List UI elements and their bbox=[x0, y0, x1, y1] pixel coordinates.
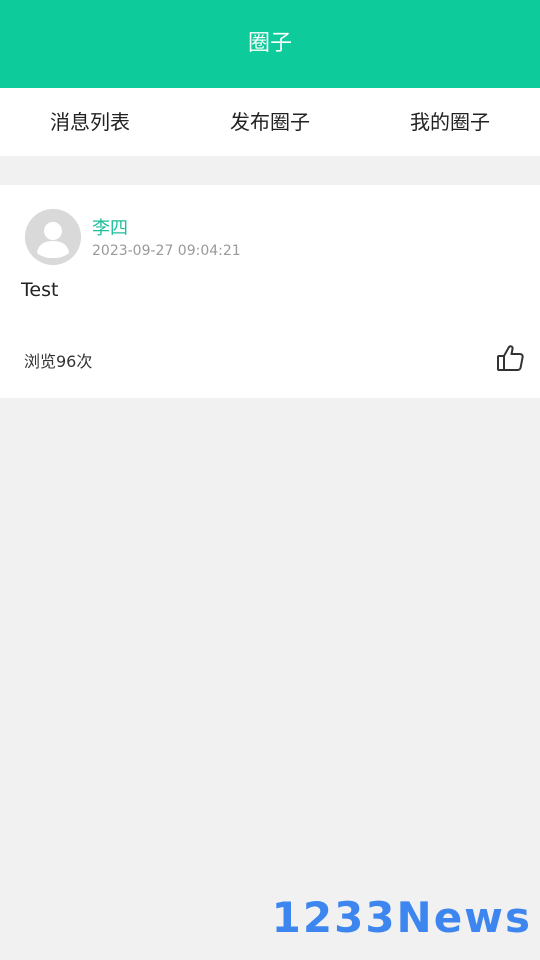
user-avatar-icon[interactable] bbox=[25, 209, 81, 265]
tab-publish-circle[interactable]: 发布圈子 bbox=[180, 88, 360, 156]
app-header: 圈子 bbox=[0, 0, 540, 88]
post-time: 2023-09-27 09:04:21 bbox=[92, 243, 241, 259]
tab-message-list[interactable]: 消息列表 bbox=[0, 88, 180, 156]
author-name[interactable]: 李四 bbox=[92, 214, 128, 240]
post-card[interactable]: 李四 2023-09-27 09:04:21 Test 浏览96次 bbox=[0, 185, 540, 398]
thumbs-up-icon bbox=[497, 345, 524, 371]
post-content: Test bbox=[21, 279, 59, 301]
watermark-logo: 1233News bbox=[271, 893, 532, 942]
tab-my-circle[interactable]: 我的圈子 bbox=[360, 88, 540, 156]
tab-bar: 消息列表 发布圈子 我的圈子 bbox=[0, 88, 540, 156]
like-button[interactable] bbox=[494, 342, 526, 374]
page-title: 圈子 bbox=[247, 31, 292, 56]
view-count: 浏览96次 bbox=[24, 352, 93, 371]
